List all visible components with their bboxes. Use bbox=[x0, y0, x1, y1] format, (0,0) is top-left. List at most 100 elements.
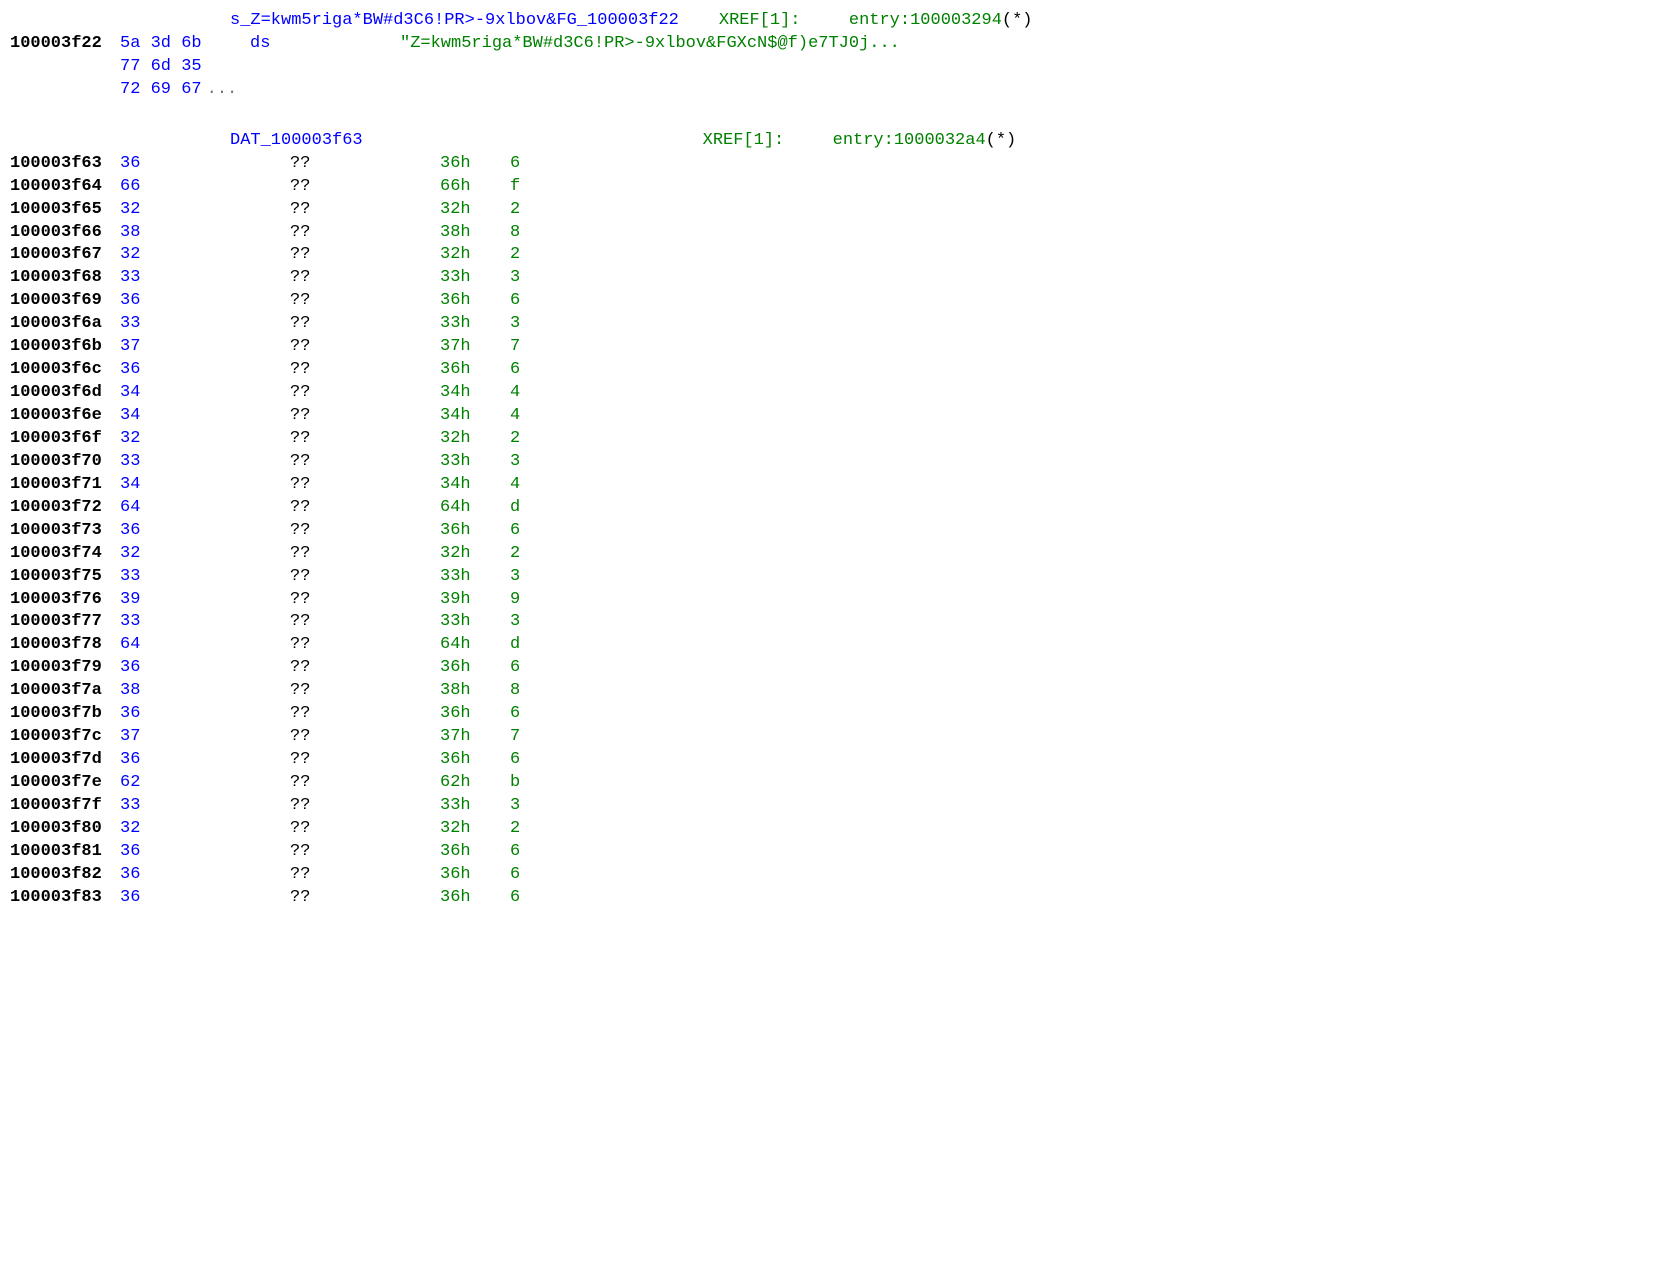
unknown-mnemonic: ?? bbox=[230, 841, 440, 864]
operand-hex: 62h bbox=[440, 772, 510, 795]
unknown-mnemonic: ?? bbox=[230, 428, 440, 451]
address: 100003f65 bbox=[10, 199, 120, 222]
operand-hex: 36h bbox=[440, 153, 510, 176]
data-byte-row[interactable]: 100003f7639??39h9 bbox=[10, 589, 1644, 612]
data-byte-row[interactable]: 100003f7936??36h6 bbox=[10, 657, 1644, 680]
data-byte-row[interactable]: 100003f8236??36h6 bbox=[10, 864, 1644, 887]
operand-char: 7 bbox=[510, 726, 550, 749]
unknown-mnemonic: ?? bbox=[230, 749, 440, 772]
operand-hex: 38h bbox=[440, 222, 510, 245]
operand-char: 3 bbox=[510, 611, 550, 634]
data-byte-row[interactable]: 100003f6532??32h2 bbox=[10, 199, 1644, 222]
address: 100003f7c bbox=[10, 726, 120, 749]
operand-char: 7 bbox=[510, 336, 550, 359]
xref-value[interactable]: entry:1000032a4 bbox=[833, 130, 986, 153]
data-byte-row[interactable]: 100003f6f32??32h2 bbox=[10, 428, 1644, 451]
data-byte-row[interactable]: 100003f7432??32h2 bbox=[10, 543, 1644, 566]
xref-star: (*) bbox=[986, 130, 1017, 153]
address: 100003f64 bbox=[10, 176, 120, 199]
dat-label-row: DAT_100003f63 XREF[1]: entry:1000032a4(*… bbox=[10, 130, 1644, 153]
operand-char: 3 bbox=[510, 267, 550, 290]
unknown-mnemonic: ?? bbox=[230, 864, 440, 887]
raw-byte: 37 bbox=[120, 726, 230, 749]
operand-hex: 33h bbox=[440, 566, 510, 589]
address: 100003f81 bbox=[10, 841, 120, 864]
address: 100003f6c bbox=[10, 359, 120, 382]
data-byte-row[interactable]: 100003f7264??64hd bbox=[10, 497, 1644, 520]
data-byte-row[interactable]: 100003f8136??36h6 bbox=[10, 841, 1644, 864]
address: 100003f22 bbox=[10, 33, 120, 56]
unknown-mnemonic: ?? bbox=[230, 657, 440, 680]
operand-char: 8 bbox=[510, 680, 550, 703]
operand-hex: 36h bbox=[440, 359, 510, 382]
data-byte-row[interactable]: 100003f6d34??34h4 bbox=[10, 382, 1644, 405]
data-byte-row[interactable]: 100003f6b37??37h7 bbox=[10, 336, 1644, 359]
address: 100003f7d bbox=[10, 749, 120, 772]
raw-byte: 38 bbox=[120, 222, 230, 245]
address: 100003f75 bbox=[10, 566, 120, 589]
raw-byte: 36 bbox=[120, 657, 230, 680]
string-bytes-row-3: 72 69 67... bbox=[10, 79, 1644, 102]
raw-byte: 32 bbox=[120, 543, 230, 566]
raw-byte: 34 bbox=[120, 405, 230, 428]
string-label-row: s_Z=kwm5riga*BW#d3C6!PR>-9xlbov&FG_10000… bbox=[10, 10, 1644, 33]
operand-char: 6 bbox=[510, 359, 550, 382]
raw-bytes: 77 6d 35 bbox=[10, 56, 202, 79]
data-byte-row[interactable]: 100003f7e62??62hb bbox=[10, 772, 1644, 795]
data-byte-row[interactable]: 100003f6c36??36h6 bbox=[10, 359, 1644, 382]
data-byte-row[interactable]: 100003f7d36??36h6 bbox=[10, 749, 1644, 772]
data-byte-row[interactable]: 100003f7533??33h3 bbox=[10, 566, 1644, 589]
data-byte-row[interactable]: 100003f8336??36h6 bbox=[10, 887, 1644, 910]
data-byte-row[interactable]: 100003f6936??36h6 bbox=[10, 290, 1644, 313]
unknown-mnemonic: ?? bbox=[230, 451, 440, 474]
address: 100003f6e bbox=[10, 405, 120, 428]
operand-hex: 33h bbox=[440, 313, 510, 336]
address: 100003f73 bbox=[10, 520, 120, 543]
data-byte-row[interactable]: 100003f7a38??38h8 bbox=[10, 680, 1644, 703]
unknown-mnemonic: ?? bbox=[230, 795, 440, 818]
data-byte-row[interactable]: 100003f7b36??36h6 bbox=[10, 703, 1644, 726]
unknown-mnemonic: ?? bbox=[230, 497, 440, 520]
operand-char: 3 bbox=[510, 313, 550, 336]
raw-bytes: 72 69 67... bbox=[10, 79, 237, 102]
data-byte-row[interactable]: 100003f7c37??37h7 bbox=[10, 726, 1644, 749]
data-byte-row[interactable]: 100003f6833??33h3 bbox=[10, 267, 1644, 290]
unknown-mnemonic: ?? bbox=[230, 680, 440, 703]
unknown-mnemonic: ?? bbox=[230, 634, 440, 657]
data-byte-row[interactable]: 100003f6e34??34h4 bbox=[10, 405, 1644, 428]
string-bytes-row-2: 77 6d 35 bbox=[10, 56, 1644, 79]
operand-hex: 36h bbox=[440, 703, 510, 726]
xref-value[interactable]: entry:100003294 bbox=[849, 10, 1002, 33]
data-byte-row[interactable]: 100003f7f33??33h3 bbox=[10, 795, 1644, 818]
data-byte-row[interactable]: 100003f7864??64hd bbox=[10, 634, 1644, 657]
dat-label[interactable]: DAT_100003f63 bbox=[230, 130, 363, 153]
data-byte-row[interactable]: 100003f6336??36h6 bbox=[10, 153, 1644, 176]
unknown-mnemonic: ?? bbox=[230, 611, 440, 634]
raw-byte: 32 bbox=[120, 199, 230, 222]
address: 100003f63 bbox=[10, 153, 120, 176]
unknown-mnemonic: ?? bbox=[230, 176, 440, 199]
data-byte-row[interactable]: 100003f6638??38h8 bbox=[10, 222, 1644, 245]
string-label[interactable]: s_Z=kwm5riga*BW#d3C6!PR>-9xlbov&FG_10000… bbox=[230, 10, 679, 33]
operand-char: 8 bbox=[510, 222, 550, 245]
operand-char: b bbox=[510, 772, 550, 795]
data-byte-row[interactable]: 100003f6a33??33h3 bbox=[10, 313, 1644, 336]
string-ds-row[interactable]: 100003f22 5a 3d 6b ds "Z=kwm5riga*BW#d3C… bbox=[10, 33, 1644, 56]
address: 100003f79 bbox=[10, 657, 120, 680]
data-byte-row[interactable]: 100003f8032??32h2 bbox=[10, 818, 1644, 841]
raw-byte: 36 bbox=[120, 359, 230, 382]
unknown-mnemonic: ?? bbox=[230, 153, 440, 176]
operand-hex: 32h bbox=[440, 199, 510, 222]
address: 100003f66 bbox=[10, 222, 120, 245]
operand-char: 2 bbox=[510, 199, 550, 222]
data-byte-row[interactable]: 100003f7134??34h4 bbox=[10, 474, 1644, 497]
data-byte-row[interactable]: 100003f6466??66hf bbox=[10, 176, 1644, 199]
data-byte-row[interactable]: 100003f7033??33h3 bbox=[10, 451, 1644, 474]
data-byte-row[interactable]: 100003f6732??32h2 bbox=[10, 244, 1644, 267]
operand-char: 6 bbox=[510, 864, 550, 887]
data-byte-row[interactable]: 100003f7336??36h6 bbox=[10, 520, 1644, 543]
operand-char: 6 bbox=[510, 887, 550, 910]
data-byte-row[interactable]: 100003f7733??33h3 bbox=[10, 611, 1644, 634]
unknown-mnemonic: ?? bbox=[230, 566, 440, 589]
operand-hex: 33h bbox=[440, 451, 510, 474]
